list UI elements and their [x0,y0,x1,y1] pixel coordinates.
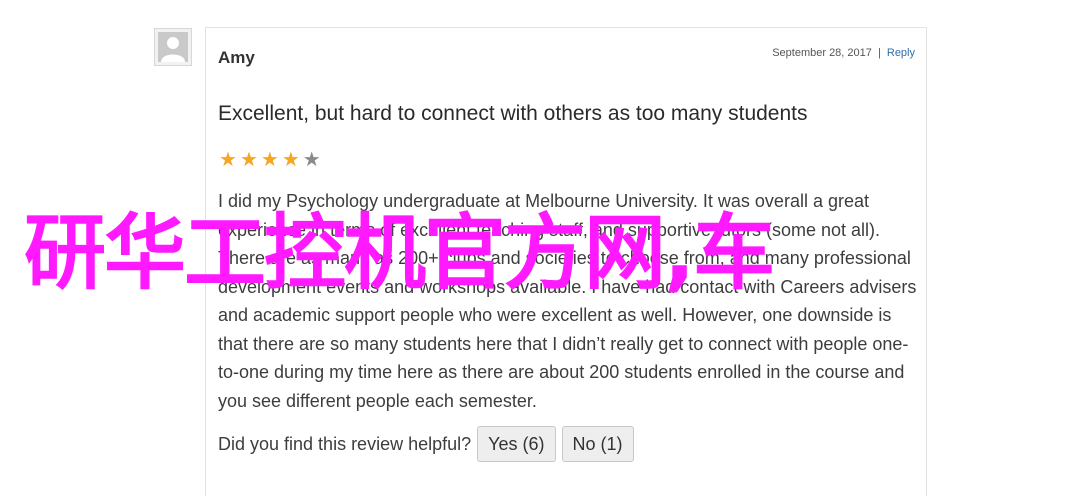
vote-yes-button[interactable]: Yes (6) [477,426,556,462]
review-author: Amy [218,48,255,67]
helpful-vote-row: Did you find this review helpful? Yes (6… [218,426,634,462]
review-date: September 28, 2017 [772,47,872,59]
user-silhouette-icon [158,32,188,62]
star-rating: ★ ★ ★ ★ ★ [219,149,321,171]
reply-link[interactable]: Reply [887,47,915,59]
review-page: Amy September 28, 2017 | Reply Excellent… [0,0,1080,496]
star-filled-icon: ★ [219,149,237,171]
meta-separator: | [877,47,881,59]
star-filled-icon: ★ [260,149,279,171]
vote-no-button[interactable]: No (1) [561,426,634,462]
avatar [154,28,192,66]
review-meta: September 28, 2017 | Reply [772,47,915,59]
star-empty-icon: ★ [302,149,321,171]
helpful-question: Did you find this review helpful? [218,433,472,454]
review-title: Excellent, but hard to connect with othe… [218,102,808,125]
star-filled-icon: ★ [281,149,300,171]
star-filled-icon: ★ [239,149,258,171]
review-body: I did my Psychology undergraduate at Mel… [218,187,918,415]
review-body-text: I did my Psychology undergraduate at Mel… [218,191,917,411]
review-card: Amy September 28, 2017 | Reply Excellent… [205,27,927,496]
